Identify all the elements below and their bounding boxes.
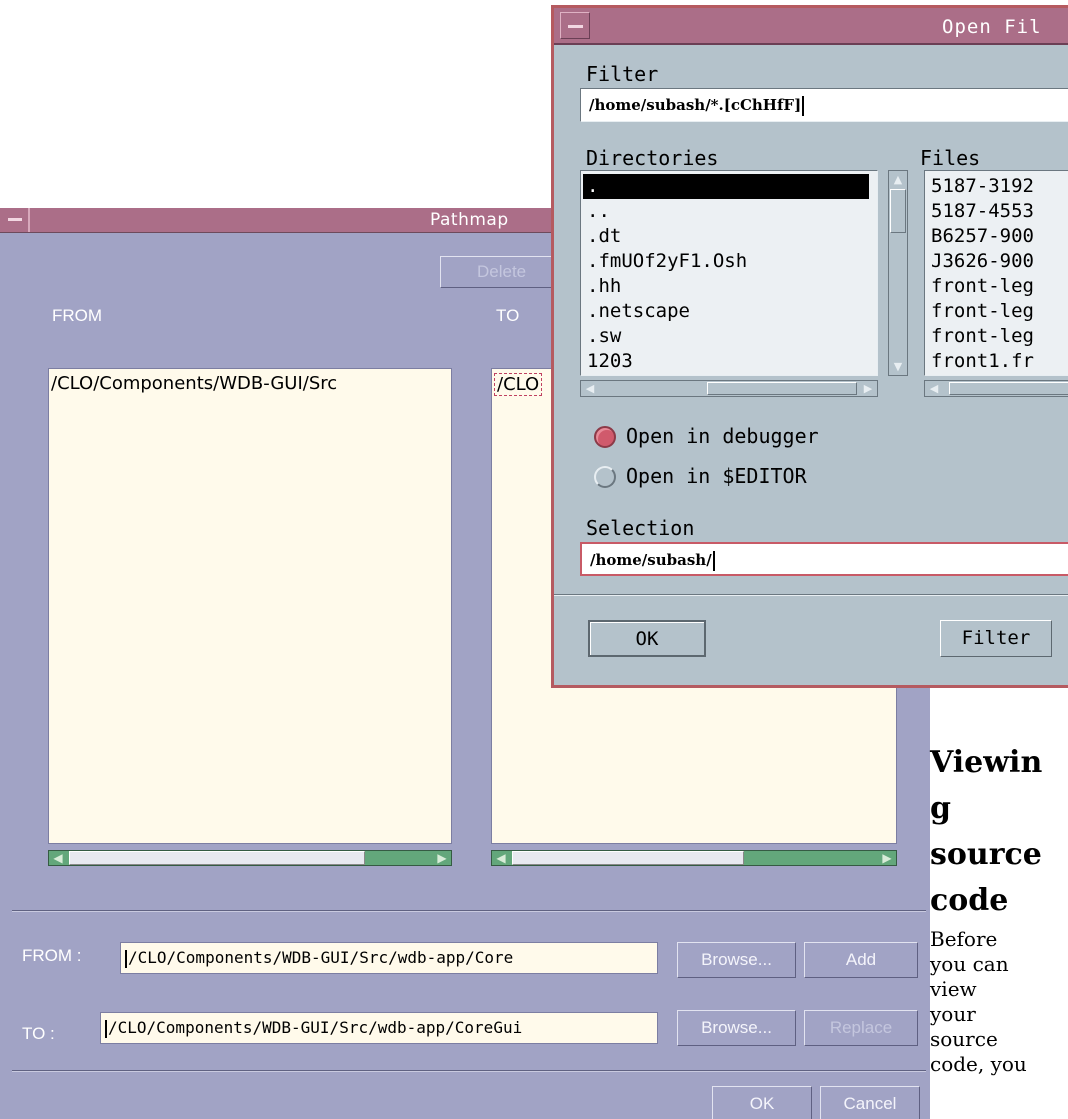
doc-paragraph-line: source <box>930 1027 998 1051</box>
doc-paragraph-line: code, you <box>930 1052 1027 1076</box>
arrow-right-icon[interactable]: ▶ <box>433 851 451 865</box>
directories-label: Directories <box>586 146 719 170</box>
selection-field[interactable]: /home/subash/ <box>580 542 1068 576</box>
doc-heading-line: Viewin <box>930 745 1043 780</box>
delete-button[interactable]: Delete <box>440 256 560 288</box>
text-cursor <box>712 551 715 571</box>
scroll-thumb[interactable] <box>890 189 906 233</box>
list-item[interactable]: .hh <box>583 274 621 299</box>
to-list-hscrollbar[interactable]: ◀ ▶ <box>491 850 897 866</box>
doc-heading-line: source <box>930 837 1042 872</box>
pathmap-cancel-button[interactable]: Cancel <box>820 1086 920 1119</box>
doc-paragraph-line: you can <box>930 952 1009 976</box>
separator <box>554 594 1068 596</box>
arrow-up-icon[interactable]: ▲ <box>889 171 907 188</box>
directories-vscrollbar[interactable]: ▲ ▼ <box>888 170 908 376</box>
pathmap-title: Pathmap <box>430 210 509 230</box>
list-item[interactable]: B6257-900 <box>927 224 1034 249</box>
list-item[interactable]: 1203 <box>583 349 633 374</box>
from-path-list[interactable]: /CLO/Components/WDB-GUI/Src <box>48 368 452 844</box>
open-file-filter-button[interactable]: Filter <box>940 620 1052 657</box>
arrow-left-icon[interactable]: ◀ <box>925 381 943 396</box>
arrow-left-icon[interactable]: ◀ <box>581 381 599 396</box>
browse-to-button[interactable]: Browse... <box>677 1010 796 1046</box>
text-cursor <box>802 96 805 116</box>
open-file-ok-button[interactable]: OK <box>588 620 706 657</box>
files-list[interactable]: 5187-3192 5187-4553 B6257-900 J3626-900 … <box>924 170 1068 376</box>
list-item[interactable]: front-leg <box>927 274 1034 299</box>
from-field-label: FROM : <box>22 946 82 965</box>
radio-open-in-editor[interactable] <box>594 466 616 488</box>
list-item[interactable]: J3626-900 <box>927 249 1034 274</box>
text-cursor <box>105 1019 107 1038</box>
list-item[interactable]: .fmUOf2yF1.Osh <box>583 249 747 274</box>
scroll-thumb[interactable] <box>949 382 1068 395</box>
from-column-label: FROM <box>52 306 103 325</box>
list-item[interactable]: .dt <box>583 224 621 249</box>
open-file-titlebar[interactable]: Open Fil <box>554 8 1068 45</box>
scroll-thumb[interactable] <box>707 382 857 395</box>
list-item[interactable]: 5187-4553 <box>927 199 1034 224</box>
radio-open-in-debugger[interactable] <box>594 426 616 448</box>
list-item[interactable]: .netscape <box>583 299 690 324</box>
add-button[interactable]: Add <box>804 942 918 978</box>
list-item[interactable]: /CLO <box>494 373 543 396</box>
separator <box>12 910 926 912</box>
directories-list[interactable]: . .. .dt .fmUOf2yF1.Osh .hh .netscape .s… <box>580 170 878 376</box>
browse-from-button[interactable]: Browse... <box>677 942 796 978</box>
filter-field[interactable]: /home/subash/*.[cChHfF] <box>580 88 1068 122</box>
list-item[interactable]: . <box>583 174 869 199</box>
arrow-right-icon[interactable]: ▶ <box>859 381 877 396</box>
list-item[interactable]: /CLO/Components/WDB-GUI/Src <box>51 373 337 394</box>
list-item[interactable]: .sw <box>583 324 621 349</box>
radio-label-debugger[interactable]: Open in debugger <box>626 424 819 448</box>
filter-label: Filter <box>586 62 659 86</box>
directories-hscrollbar[interactable]: ◀ ▶ <box>580 380 878 397</box>
arrow-down-icon[interactable]: ▼ <box>889 358 907 375</box>
selection-label: Selection <box>586 516 695 540</box>
list-item[interactable]: front-leg <box>927 299 1034 324</box>
list-item[interactable]: .. <box>583 199 610 224</box>
from-path-field[interactable]: /CLO/Components/WDB-GUI/Src/wdb-app/Core <box>120 942 658 974</box>
arrow-right-icon[interactable]: ▶ <box>878 851 896 865</box>
scroll-thumb[interactable] <box>512 851 744 865</box>
arrow-left-icon[interactable]: ◀ <box>49 851 67 865</box>
doc-heading-line: code <box>930 883 1009 918</box>
files-label: Files <box>920 146 981 170</box>
doc-paragraph-line: Before <box>930 927 998 951</box>
doc-heading-line: g <box>930 791 951 826</box>
doc-paragraph: Before you can view your source code, yo… <box>930 927 1068 1077</box>
files-hscrollbar[interactable]: ◀ <box>924 380 1068 397</box>
filter-value: /home/subash/*.[cChHfF] <box>589 96 802 114</box>
separator <box>12 1070 926 1072</box>
doc-paragraph-line: view <box>930 977 977 1001</box>
scroll-thumb[interactable] <box>69 851 365 865</box>
to-column-label: TO <box>496 306 520 325</box>
radio-label-editor[interactable]: Open in $EDITOR <box>626 464 807 488</box>
pathmap-ok-button[interactable]: OK <box>712 1086 812 1119</box>
replace-button[interactable]: Replace <box>804 1010 918 1046</box>
doc-paragraph-line: your <box>930 1002 976 1026</box>
doc-heading: Viewin g source code <box>930 740 1042 924</box>
list-item[interactable]: front1.fr <box>927 349 1034 374</box>
to-path-value: /CLO/Components/WDB-GUI/Src/wdb-app/Core… <box>108 1018 523 1037</box>
to-path-field[interactable]: /CLO/Components/WDB-GUI/Src/wdb-app/Core… <box>100 1012 658 1044</box>
open-file-dialog: Open Fil Filter /home/subash/*.[cChHfF] … <box>551 5 1068 688</box>
text-cursor <box>125 949 127 968</box>
list-item[interactable]: 5187-3192 <box>927 174 1034 199</box>
list-item[interactable]: front-leg <box>927 324 1034 349</box>
window-menu-icon[interactable] <box>0 208 30 232</box>
from-list-hscrollbar[interactable]: ◀ ▶ <box>48 850 452 866</box>
arrow-left-icon[interactable]: ◀ <box>492 851 510 865</box>
from-path-value: /CLO/Components/WDB-GUI/Src/wdb-app/Core <box>128 948 514 967</box>
selection-value: /home/subash/ <box>590 551 712 569</box>
to-field-label: TO : <box>22 1024 55 1043</box>
window-menu-icon[interactable] <box>560 12 590 39</box>
open-file-title: Open Fil <box>942 16 1042 38</box>
